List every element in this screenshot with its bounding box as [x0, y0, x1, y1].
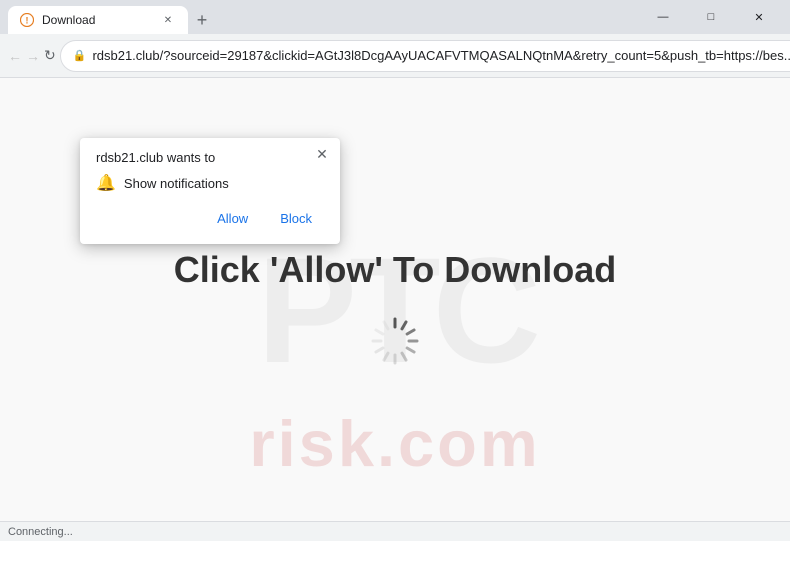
status-text: Connecting...	[8, 526, 73, 538]
new-tab-button[interactable]: +	[188, 6, 216, 34]
address-input[interactable]: 🔒 rdsb21.club/?sourceid=29187&clickid=AG…	[60, 40, 790, 72]
refresh-button[interactable]: ↻	[44, 42, 56, 70]
tab-title: Download	[42, 13, 152, 27]
loading-spinner	[365, 311, 425, 371]
notification-popup: ✕ rdsb21.club wants to 🔔 Show notificati…	[80, 138, 340, 244]
status-bar: Connecting...	[0, 521, 790, 541]
popup-title: rdsb21.club wants to	[96, 150, 324, 165]
address-bar: ← → ↻ 🔒 rdsb21.club/?sourceid=29187&clic…	[0, 34, 790, 78]
page-headline: Click 'Allow' To Download	[174, 249, 616, 291]
popup-content-row: 🔔 Show notifications	[96, 173, 324, 193]
block-button[interactable]: Block	[268, 205, 324, 232]
maximize-button[interactable]: □	[688, 1, 734, 33]
active-tab[interactable]: ! Download ✕	[8, 6, 188, 34]
content-area: PTC risk.com ✕ rdsb21.club wants to 🔔 Sh…	[0, 78, 790, 541]
tab-area: ! Download ✕ +	[8, 0, 640, 34]
url-text: rdsb21.club/?sourceid=29187&clickid=AGtJ…	[92, 48, 790, 63]
forward-button[interactable]: →	[26, 42, 40, 70]
tab-favicon-icon: !	[20, 13, 34, 27]
close-button[interactable]: ✕	[736, 1, 782, 33]
popup-close-button[interactable]: ✕	[312, 144, 332, 164]
minimize-button[interactable]: —	[640, 1, 686, 33]
popup-buttons: Allow Block	[96, 205, 324, 232]
allow-button[interactable]: Allow	[205, 205, 260, 232]
window-controls: — □ ✕	[640, 1, 782, 33]
tab-close-button[interactable]: ✕	[160, 12, 176, 28]
lock-icon: 🔒	[73, 49, 87, 62]
title-bar: ! Download ✕ + — □ ✕	[0, 0, 790, 34]
bell-icon: 🔔	[96, 173, 116, 193]
back-button[interactable]: ←	[8, 42, 22, 70]
svg-text:!: !	[26, 16, 29, 26]
show-notifications-label: Show notifications	[124, 176, 229, 191]
